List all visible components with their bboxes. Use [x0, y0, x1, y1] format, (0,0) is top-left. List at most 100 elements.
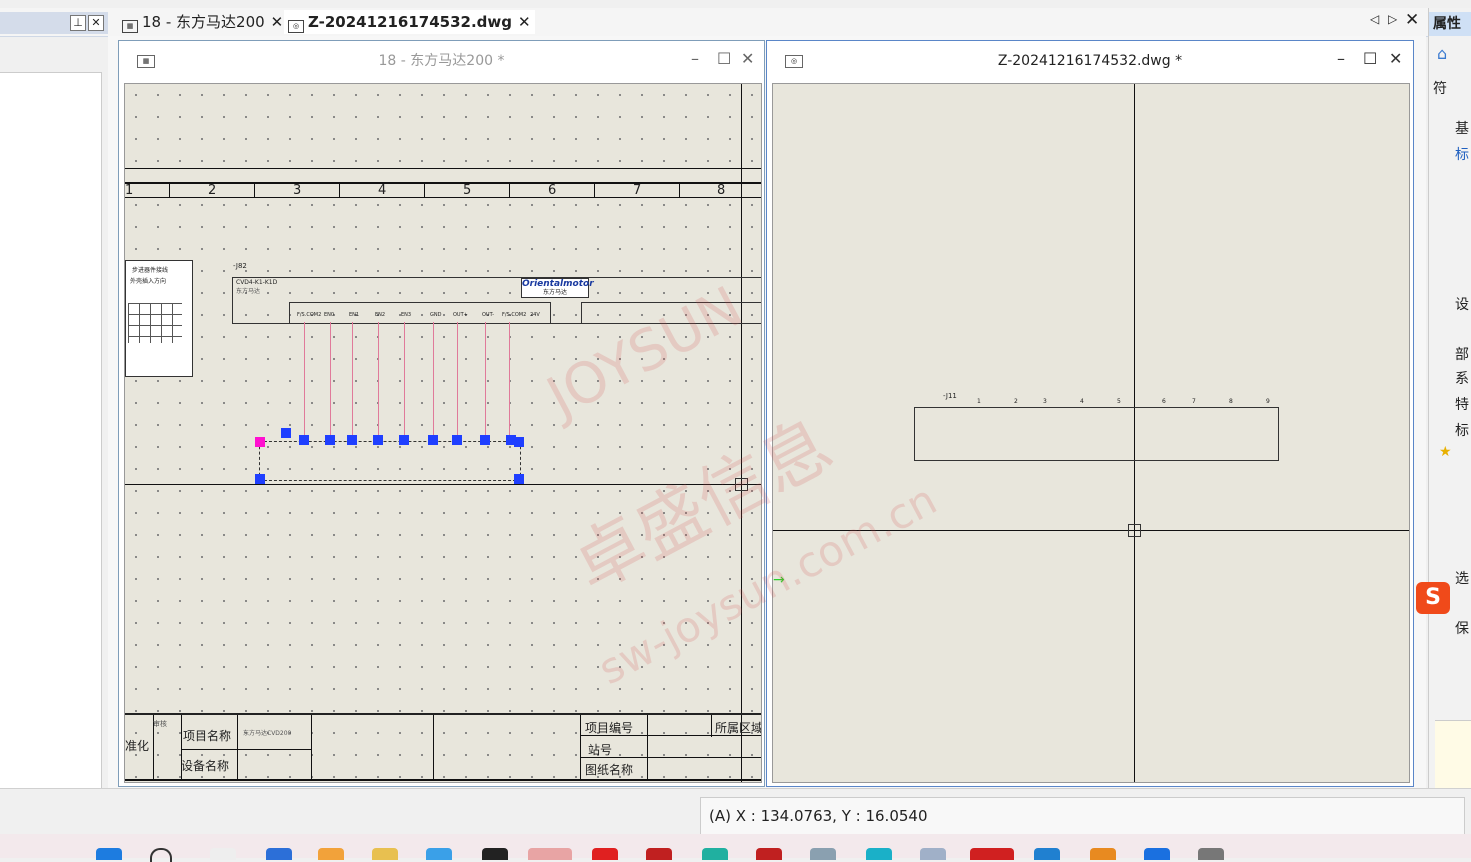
- tb-standardize: 准化: [125, 739, 150, 753]
- selection-box[interactable]: [259, 441, 521, 481]
- wire: [433, 322, 434, 440]
- taskbar-app-icon[interactable]: [970, 848, 1014, 860]
- terminal-label: EN2: [375, 312, 386, 318]
- column-divider: [424, 184, 425, 197]
- maximize-button[interactable]: ☐: [717, 49, 731, 68]
- drawing-canvas-left[interactable]: 1 2 3 4 5 6 7 8 步进器件接线 外壳插入方向 -J82 CVD4-…: [124, 83, 762, 783]
- minimize-button[interactable]: –: [691, 49, 699, 68]
- taskbar-app-icon[interactable]: [866, 848, 892, 860]
- column-divider: [594, 184, 595, 197]
- home-icon[interactable]: ⌂: [1437, 44, 1447, 63]
- close-panel-icon[interactable]: ✕: [88, 15, 104, 31]
- base-grip[interactable]: [255, 437, 265, 447]
- search-icon[interactable]: [150, 848, 172, 862]
- tab-drawing-dwg[interactable]: ◎ Z-20241216174532.dwg ✕: [284, 10, 535, 34]
- terminal-number: 8: [1229, 398, 1233, 405]
- tb-project-name: 项目名称: [183, 729, 232, 743]
- maximize-button[interactable]: ☐: [1363, 49, 1377, 68]
- wire: [304, 322, 305, 440]
- connector-title: 步进器件接线: [132, 267, 169, 274]
- drawing-canvas-right[interactable]: -J11 1 2 3 4 5 6 7 8 9 →: [772, 83, 1410, 783]
- tab-next-icon[interactable]: ▷: [1388, 12, 1397, 26]
- taskbar-app-icon[interactable]: [1090, 848, 1116, 860]
- taskbar-app-icon[interactable]: [210, 848, 236, 860]
- brand-logo: Orientalmotor 东方马达: [521, 278, 594, 298]
- wire: [330, 322, 331, 440]
- grip[interactable]: [325, 435, 335, 445]
- terminal-label: F/S.COM2: [297, 312, 322, 318]
- panel-item[interactable]: 标: [1455, 420, 1469, 440]
- taskbar-app-icon[interactable]: [592, 848, 618, 860]
- grip[interactable]: [399, 435, 409, 445]
- terminal-number: 5: [1117, 398, 1121, 405]
- grip[interactable]: [281, 428, 291, 438]
- grip[interactable]: [428, 435, 438, 445]
- panel-section[interactable]: 特: [1455, 394, 1469, 414]
- close-button[interactable]: ✕: [1389, 49, 1402, 68]
- close-icon[interactable]: ✕: [518, 13, 531, 31]
- taskbar-app-icon[interactable]: [482, 848, 508, 860]
- grip[interactable]: [373, 435, 383, 445]
- panel-section[interactable]: 选: [1455, 568, 1469, 588]
- dwg-icon: ◎: [288, 20, 304, 33]
- panel-item[interactable]: 保: [1455, 618, 1469, 638]
- taskbar-app-icon[interactable]: [1034, 848, 1060, 860]
- taskbar-app-icon[interactable]: [1144, 848, 1170, 860]
- grip[interactable]: [480, 435, 490, 445]
- grip[interactable]: [255, 474, 265, 484]
- column-number: 1: [125, 183, 134, 198]
- pin-icon[interactable]: ⊥: [70, 15, 86, 31]
- ime-s-icon[interactable]: S: [1416, 582, 1450, 614]
- wire: [457, 322, 458, 440]
- taskbar-app-icon[interactable]: [1198, 848, 1224, 860]
- panel-item[interactable]: 符: [1433, 78, 1447, 98]
- grip[interactable]: [514, 437, 524, 447]
- tab-prev-icon[interactable]: ◁: [1370, 12, 1379, 26]
- minimize-button[interactable]: –: [1337, 49, 1345, 68]
- taskbar-app-icon[interactable]: [318, 848, 344, 860]
- grip[interactable]: [514, 474, 524, 484]
- taskbar-app-icon[interactable]: [920, 848, 946, 860]
- grip[interactable]: [347, 435, 357, 445]
- drawing-icon: ▦: [137, 55, 155, 68]
- tb-line: [181, 749, 311, 750]
- window-title: 18 - 东方马达200 *: [378, 53, 505, 69]
- tb-area: 所属区域: [715, 721, 762, 735]
- close-all-icon[interactable]: ✕: [1405, 10, 1419, 30]
- connector-symbol[interactable]: 步进器件接线 外壳插入方向: [125, 260, 193, 377]
- taskbar-app-icon[interactable]: [528, 848, 572, 860]
- terminal-label: OUT-: [482, 312, 494, 318]
- device-tag: -J82: [233, 262, 247, 270]
- grip[interactable]: [299, 435, 309, 445]
- terminal-number: 6: [1162, 398, 1166, 405]
- taskbar-app-icon[interactable]: [426, 848, 452, 860]
- column-number: 5: [463, 183, 472, 198]
- panel-section[interactable]: 设: [1455, 294, 1469, 314]
- taskbar-app-icon[interactable]: [266, 848, 292, 860]
- taskbar-app-icon[interactable]: [810, 848, 836, 860]
- terminal-number: 7: [1192, 398, 1196, 405]
- wire: [352, 322, 353, 440]
- panel-section[interactable]: 基: [1455, 118, 1469, 138]
- terminal-block[interactable]: [914, 407, 1279, 461]
- star-icon[interactable]: ★: [1439, 444, 1452, 460]
- column-divider: [509, 184, 510, 197]
- start-icon[interactable]: [96, 848, 122, 860]
- folder-icon[interactable]: [372, 848, 398, 860]
- column-number: 6: [548, 183, 557, 198]
- taskbar-app-icon[interactable]: [646, 848, 672, 860]
- panel-section[interactable]: 系: [1455, 368, 1469, 388]
- grip[interactable]: [452, 435, 462, 445]
- tab-drawing-18[interactable]: ▦ 18 - 东方马达200 ✕: [118, 10, 287, 34]
- panel-item[interactable]: 部: [1455, 344, 1469, 364]
- tb-line: [711, 715, 712, 737]
- device-maker: 东方马达: [236, 288, 261, 295]
- column-number: 3: [293, 183, 302, 198]
- taskbar-app-icon[interactable]: [702, 848, 728, 860]
- close-button[interactable]: ✕: [741, 49, 754, 68]
- close-icon[interactable]: ✕: [271, 13, 284, 31]
- panel-item[interactable]: 标: [1455, 144, 1469, 164]
- properties-panel: 属性 ⌂ 符 基 标 设 部 系 特 标 选 保 ★: [1428, 8, 1471, 789]
- tab-label: 18 - 东方马达200: [142, 13, 265, 31]
- taskbar-app-icon[interactable]: [756, 848, 782, 860]
